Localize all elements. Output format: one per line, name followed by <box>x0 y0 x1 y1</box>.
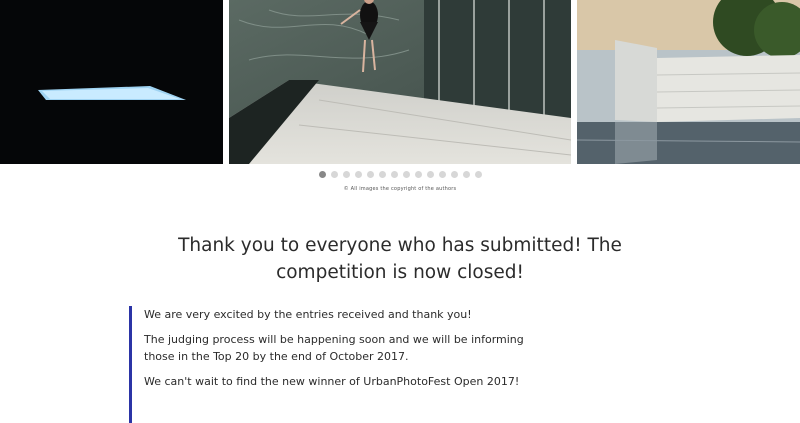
carousel-dot[interactable] <box>414 171 422 178</box>
slide-image-dancer-pavilion <box>229 0 571 164</box>
carousel-dot[interactable] <box>462 171 470 178</box>
carousel-dot[interactable] <box>330 171 338 178</box>
carousel-dot[interactable] <box>378 171 386 178</box>
carousel-dot[interactable] <box>450 171 458 178</box>
slide-image-travertine-pool <box>577 0 800 164</box>
carousel-pagination <box>0 171 800 179</box>
carousel-dot[interactable] <box>390 171 398 178</box>
carousel-slide-1[interactable] <box>0 0 223 164</box>
image-carousel[interactable] <box>0 0 800 164</box>
page-headline: Thank you to everyone who has submitted!… <box>178 235 622 283</box>
carousel-dot[interactable] <box>474 171 482 178</box>
announcement-paragraph-1: We are very excited by the entries recei… <box>144 308 472 321</box>
carousel-dot[interactable] <box>354 171 362 178</box>
carousel-dot[interactable] <box>318 171 326 178</box>
carousel-dot[interactable] <box>426 171 434 178</box>
carousel-dot[interactable] <box>402 171 410 178</box>
announcement-paragraph-3: We can't wait to find the new winner of … <box>144 375 520 388</box>
slide-image-dark-skylight <box>0 0 223 164</box>
carousel-slide-3[interactable] <box>577 0 800 164</box>
carousel-dot[interactable] <box>438 171 446 178</box>
carousel-dot[interactable] <box>342 171 350 178</box>
announcement-paragraph-2: The judging process will be happening so… <box>144 333 524 363</box>
announcement-block: We are very excited by the entries recei… <box>129 306 549 423</box>
carousel-dot[interactable] <box>366 171 374 178</box>
carousel-slide-2[interactable] <box>229 0 571 164</box>
image-copyright-credit: © All images the copyright of the author… <box>343 186 457 192</box>
